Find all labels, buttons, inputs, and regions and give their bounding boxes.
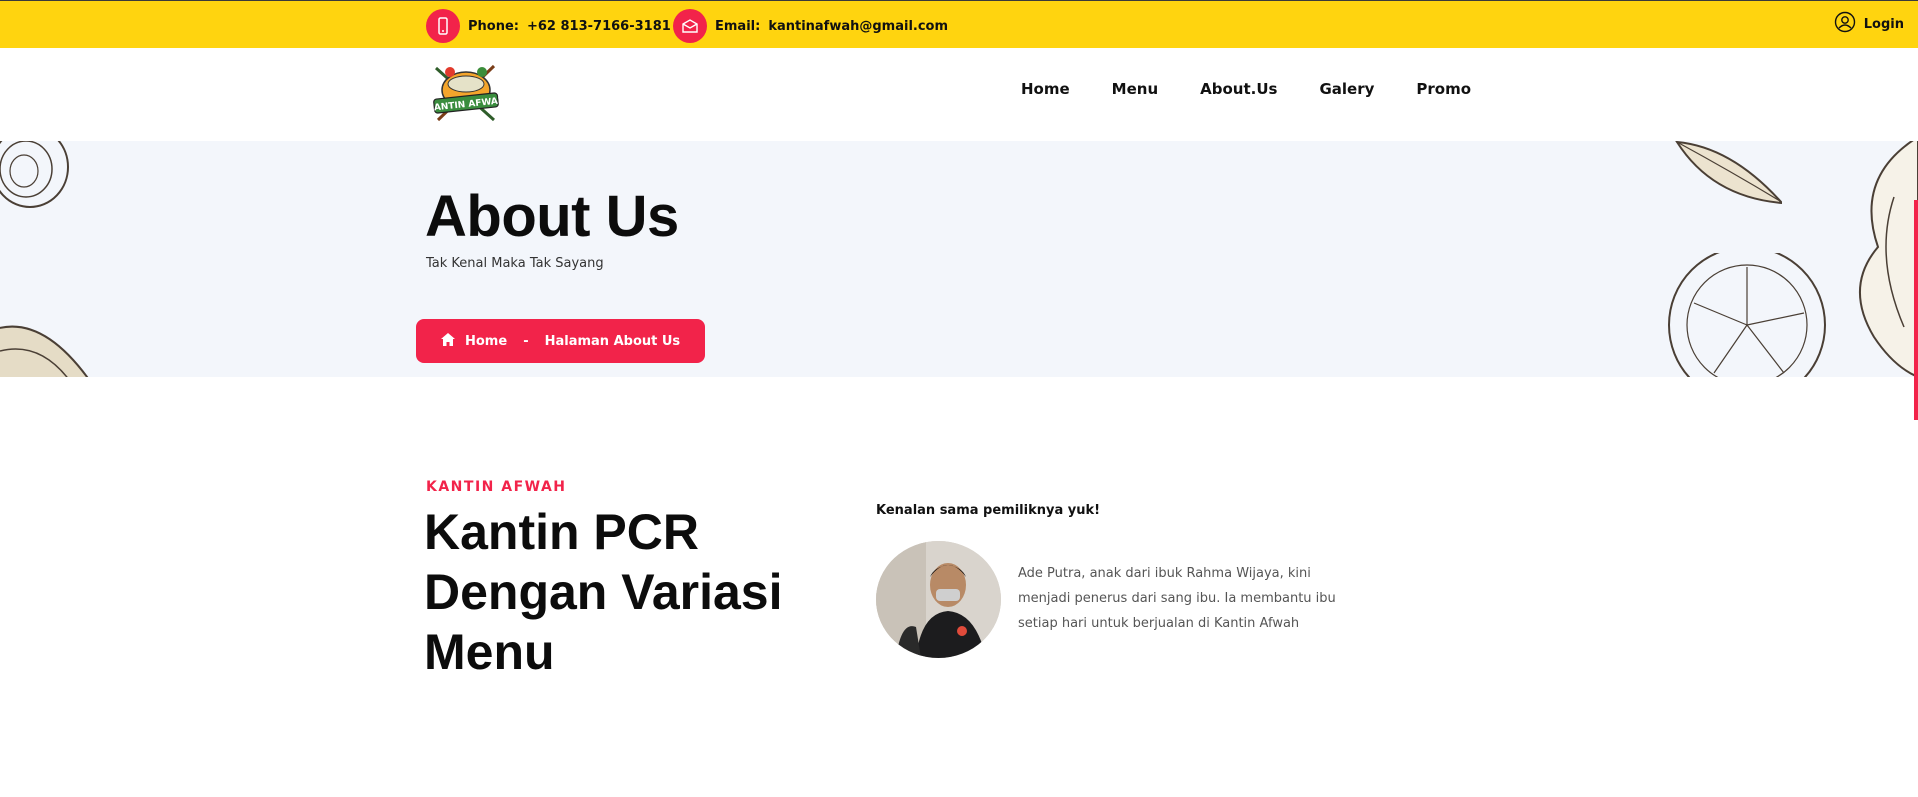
nav-about[interactable]: About.Us bbox=[1200, 80, 1277, 98]
owner-photo bbox=[876, 541, 1001, 658]
nav-galery[interactable]: Galery bbox=[1319, 80, 1374, 98]
site-header: KANTIN AFWAH Home Menu About.Us Galery P… bbox=[0, 48, 1918, 141]
login-link[interactable]: Login bbox=[1834, 11, 1904, 37]
phone-icon bbox=[426, 9, 460, 43]
leaf-sketch-illustration bbox=[0, 325, 89, 377]
breadcrumb: Home - Halaman About Us bbox=[416, 319, 706, 363]
home-icon bbox=[441, 332, 455, 350]
tomato-sketch-illustration bbox=[1668, 253, 1826, 377]
nav-promo[interactable]: Promo bbox=[1416, 80, 1471, 98]
section-headline: Kantin PCR Dengan Variasi Menu bbox=[424, 504, 783, 680]
phone-value[interactable]: +62 813-7166-3181 bbox=[527, 19, 671, 34]
top-bar: Phone: +62 813-7166-3181 Email: kantinafwa… bbox=[0, 0, 1918, 48]
main-nav: Home Menu About.Us Galery Promo bbox=[1021, 80, 1471, 98]
phone-text: Phone: +62 813-7166-3181 bbox=[468, 19, 671, 34]
phone-label: Phone: bbox=[468, 18, 519, 34]
page-hero: About Us Tak Kenal Maka Tak Sayang Home … bbox=[0, 141, 1918, 377]
basil-leaf-sketch-illustration bbox=[1675, 141, 1782, 205]
email-contact[interactable]: Email: kantinafwah@gmail.com bbox=[673, 9, 948, 43]
email-value[interactable]: kantinafwah@gmail.com bbox=[768, 19, 948, 34]
breadcrumb-current: Halaman About Us bbox=[544, 333, 681, 349]
breadcrumb-home[interactable]: Home bbox=[465, 334, 507, 349]
page-title: About Us bbox=[425, 184, 679, 249]
page-subtitle: Tak Kenal Maka Tak Sayang bbox=[426, 256, 604, 271]
onion-sketch-illustration bbox=[0, 141, 69, 208]
breadcrumb-separator: - bbox=[523, 333, 529, 349]
login-label: Login bbox=[1863, 16, 1904, 32]
owner-section-title: Kenalan sama pemiliknya yuk! bbox=[876, 503, 1101, 518]
page-scrollbar[interactable] bbox=[1914, 200, 1918, 420]
mail-icon bbox=[673, 9, 707, 43]
user-icon bbox=[1834, 11, 1856, 37]
vegetable-sketch-illustration bbox=[1858, 141, 1918, 377]
owner-description: Ade Putra, anak dari ibuk Rahma Wijaya, … bbox=[1018, 566, 1336, 631]
site-logo[interactable]: KANTIN AFWAH bbox=[427, 60, 506, 124]
phone-contact[interactable]: Phone: +62 813-7166-3181 bbox=[426, 9, 671, 43]
nav-home[interactable]: Home bbox=[1021, 80, 1070, 98]
section-kicker: KANTIN AFWAH bbox=[426, 479, 567, 495]
email-label: Email: bbox=[715, 18, 761, 34]
email-text: Email: kantinafwah@gmail.com bbox=[715, 19, 948, 34]
nav-menu[interactable]: Menu bbox=[1112, 80, 1158, 98]
